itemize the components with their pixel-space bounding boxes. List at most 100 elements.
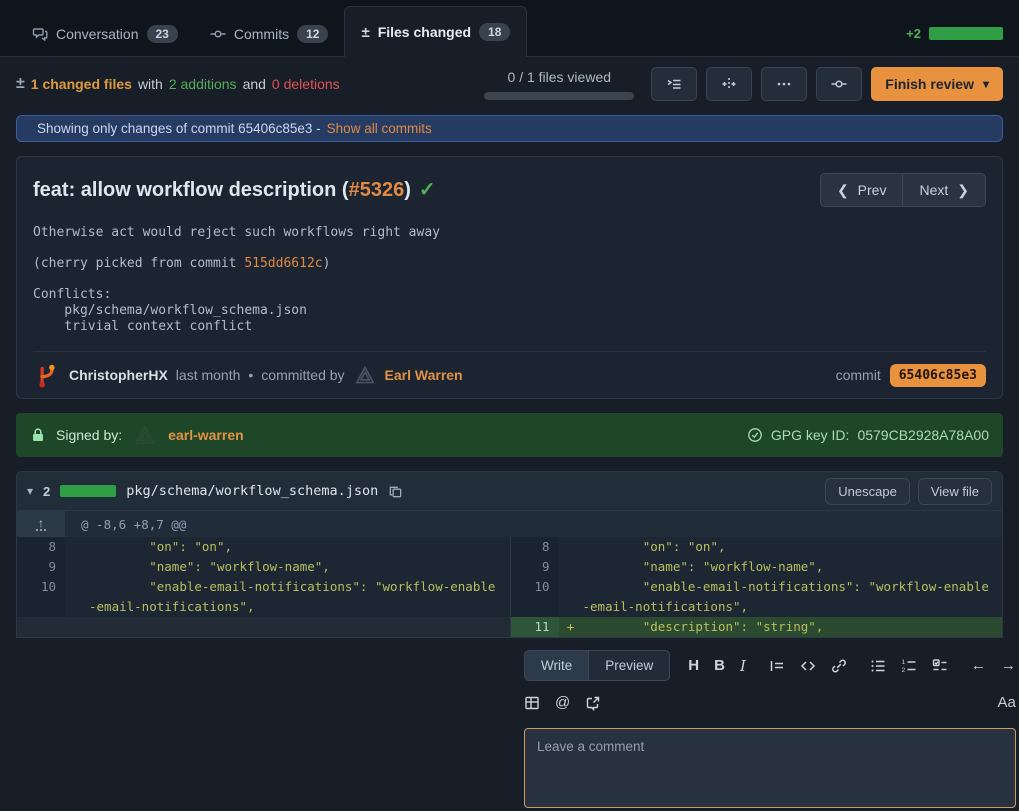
commits-count-badge: 12 [297,25,328,43]
diff-stats-icon: ± [16,75,25,93]
diff-line[interactable]: 10 "enable-email-notifications": "workfl… [511,577,1003,617]
signer-avatar[interactable] [132,422,158,448]
bold-button[interactable]: B [714,657,725,674]
diff-placeholder-line [17,617,510,637]
line-number[interactable]: 10 [17,577,65,617]
tab-commits[interactable]: Commits 12 [194,12,345,56]
line-sign [559,557,583,577]
ordered-list-icon: 12 [901,658,917,674]
diff-line[interactable]: 9 "name": "workflow-name", [17,557,510,577]
additions-count: 2 additions [169,76,237,92]
line-number[interactable]: 8 [17,537,65,557]
line-number[interactable]: 11 [511,617,559,637]
line-code: "on": "on", [583,537,1003,557]
commit-title-text: feat: allow workflow description ( [33,179,349,201]
pr-files-changed-page: Conversation 23 Commits 12 ± Files chang… [0,0,1019,811]
text-size-button[interactable]: Aa [998,694,1016,711]
line-code: "description": "string", [583,617,1003,637]
deletions-count: 0 deletions [272,76,340,92]
line-number[interactable]: 10 [511,577,559,617]
commit-filter-banner: Showing only changes of commit 65406c85e… [16,115,1003,142]
finish-review-button[interactable]: Finish review ▾ [871,67,1003,101]
gpg-key-value: 0579CB2928A78A00 [857,427,989,443]
commit-icon [831,76,847,92]
link-button[interactable] [831,658,847,674]
line-number[interactable]: 9 [17,557,65,577]
unordered-list-button[interactable] [870,658,886,674]
tab-files-changed[interactable]: ± Files changed 18 [344,6,527,57]
file-actions: Unescape View file [825,478,992,505]
code-icon [800,658,816,674]
line-sign: + [559,617,583,637]
tab-write[interactable]: Write [525,651,589,680]
line-number[interactable]: 9 [511,557,559,577]
split-diff-icon [721,76,737,92]
line-number[interactable]: 8 [511,537,559,557]
commit-label: commit [836,367,881,383]
indent-button[interactable]: → [1001,657,1016,674]
select-commits-button[interactable] [816,67,862,101]
quote-button[interactable] [769,658,785,674]
triangle-avatar-icon [354,364,376,386]
copy-icon [388,484,403,499]
heading-button[interactable]: H [688,657,699,674]
tab-preview[interactable]: Preview [589,651,669,680]
italic-button[interactable]: I [740,657,746,675]
next-commit-button[interactable]: Next ❯ [903,173,986,207]
file-change-count: 2 [43,484,50,499]
task-list-button[interactable] [932,658,948,674]
changed-files-link[interactable]: 1 changed files [31,76,132,92]
collapse-file-chevron[interactable]: ▾ [27,484,33,498]
file-tree-icon [666,76,682,92]
cherry-pick-sha-link[interactable]: 515dd6612c [244,256,322,271]
summary-with-label: with [138,76,163,92]
line-sign [65,617,89,637]
diff-line[interactable]: 8 "on": "on", [511,537,1003,557]
caret-down-icon: ▾ [983,77,989,91]
diff-line[interactable]: 9 "name": "workflow-name", [511,557,1003,577]
view-file-button[interactable]: View file [918,478,992,505]
editor-mode-tabs: Write Preview [524,650,670,681]
diff-options-button[interactable] [761,67,807,101]
commit-message-line: trivial context conflict [33,319,986,335]
signer-name-link[interactable]: earl-warren [168,427,243,443]
file-tree-toggle-button[interactable] [651,67,697,101]
table-button[interactable] [524,695,540,711]
editor-toolbar-row-2: @ Aa [524,694,1016,711]
reference-button[interactable] [585,695,601,711]
split-view-toggle-button[interactable] [706,67,752,101]
hunk-header-row: ↑ @ -8,6 +8,7 @@ [17,511,1002,537]
diff-line[interactable]: 8 "on": "on", [17,537,510,557]
tab-conversation[interactable]: Conversation 23 [16,12,194,56]
comment-input[interactable] [524,728,1016,808]
check-icon: ✓ [419,179,436,201]
badge-check-icon [747,427,763,443]
diff-line[interactable]: 10 "enable-email-notifications": "workfl… [17,577,510,617]
mention-button[interactable]: @ [555,694,570,711]
line-sign [559,537,583,557]
commit-filter-text: Showing only changes of commit 65406c85e… [37,121,321,136]
file-diff-header: ▾ 2 pkg/schema/workflow_schema.json Unes… [17,472,1002,511]
committer-name-link[interactable]: Earl Warren [385,367,463,383]
outdent-button[interactable]: ← [971,657,986,674]
committer-avatar[interactable] [353,363,377,387]
copy-path-button[interactable] [388,484,403,499]
issue-link[interactable]: #5326 [349,179,405,201]
ordered-list-button[interactable]: 12 [901,658,917,674]
svg-text:2: 2 [901,667,905,674]
expand-up-icon: ↑ [36,518,46,531]
diff-added-line[interactable]: 11+ "description": "string", [511,617,1003,637]
author-avatar[interactable] [33,361,61,389]
prev-label: Prev [858,182,887,198]
code-button[interactable] [800,658,816,674]
show-all-commits-link[interactable]: Show all commits [327,121,432,136]
unescape-button[interactable]: Unescape [825,478,910,505]
commit-author-row: ChristopherHX last month • committed by … [33,351,986,398]
signature-banner: Signed by: earl-warren GPG key ID: 0579C… [16,413,1003,457]
prev-commit-button[interactable]: ❮ Prev [820,173,904,207]
expand-hunk-button[interactable]: ↑ [17,511,65,537]
line-code: "enable-email-notifications": "workflow-… [89,577,510,617]
commit-sha-badge[interactable]: 65406c85e3 [890,364,986,387]
author-name-link[interactable]: ChristopherHX [69,367,168,383]
commit-title-close: ) [404,179,411,201]
